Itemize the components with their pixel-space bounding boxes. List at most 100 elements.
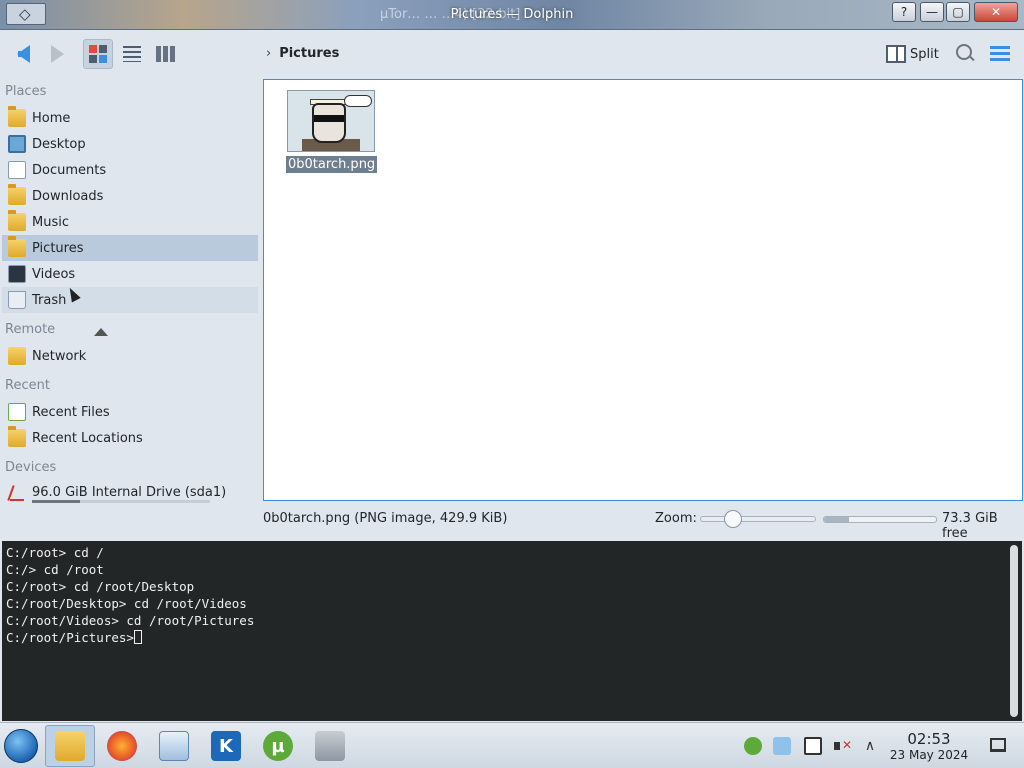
zoom-slider-track[interactable]: [700, 516, 816, 522]
section-remote-heading: Remote: [5, 322, 56, 337]
place-recent-files[interactable]: Recent Files: [2, 399, 258, 425]
compact-view-button[interactable]: [117, 39, 147, 69]
task-firefox[interactable]: [97, 725, 147, 767]
terminal-prompt-line[interactable]: C:/root/Pictures>: [6, 629, 1018, 646]
folder-icon: [55, 731, 85, 761]
split-view-icon: [886, 45, 906, 63]
back-arrow-icon: [16, 45, 30, 63]
recent-files-icon: [8, 403, 26, 421]
free-space-label: 73.3 GiB free: [942, 511, 998, 541]
place-desktop[interactable]: Desktop: [2, 131, 258, 157]
place-label: Music: [32, 214, 69, 230]
place-downloads[interactable]: Downloads: [2, 183, 258, 209]
zoom-slider-handle[interactable]: [724, 510, 742, 528]
place-label: Recent Locations: [32, 430, 143, 446]
gimp-icon: [315, 731, 345, 761]
downloads-folder-icon: [8, 184, 26, 205]
maximize-button[interactable]: ▢: [946, 2, 970, 22]
forward-button[interactable]: [42, 39, 72, 69]
window-titlebar[interactable]: µTor… … …4) [32-bit] Pictures — Dolphin …: [0, 0, 1024, 30]
task-system-settings[interactable]: [149, 725, 199, 767]
icons-view-button[interactable]: [83, 39, 113, 69]
place-music[interactable]: Music: [2, 209, 258, 235]
drive-usage-fill: [32, 500, 81, 503]
space-used-fill: [824, 517, 849, 522]
terminal-panel[interactable]: C:/root> cd / C:/> cd /root C:/root> cd …: [2, 541, 1022, 721]
task-dolphin[interactable]: [45, 725, 95, 767]
window-title: Pictures — Dolphin: [450, 7, 574, 22]
selection-info: 0b0tarch.png (PNG image, 429.9 KiB): [263, 511, 508, 526]
places-panel: Places Home Desktop Documents Downloads …: [0, 78, 262, 510]
section-recent-heading: Recent: [5, 378, 50, 393]
place-trash[interactable]: Trash: [2, 287, 258, 313]
trash-icon: [8, 291, 26, 309]
file-item[interactable]: 0b0tarch.png: [286, 90, 378, 173]
start-menu-button[interactable]: [4, 729, 38, 763]
search-icon[interactable]: [956, 44, 976, 64]
breadcrumb[interactable]: › Pictures: [266, 46, 339, 61]
minimize-button[interactable]: —: [920, 2, 944, 22]
breadcrumb-chevron-icon[interactable]: ›: [266, 46, 271, 61]
help-button[interactable]: ?: [892, 2, 916, 22]
place-label: Network: [32, 348, 87, 364]
music-folder-icon: [8, 210, 26, 231]
terminal-cursor: [133, 630, 142, 644]
documents-icon: [8, 161, 26, 179]
main-toolbar: › Pictures Split: [0, 30, 1024, 78]
place-home[interactable]: Home: [2, 105, 258, 131]
section-devices-heading: Devices: [5, 460, 57, 475]
tray-updater-icon[interactable]: [773, 737, 791, 755]
tray-expand-icon[interactable]: ∧: [861, 737, 879, 755]
recent-locations-icon: [8, 426, 26, 447]
videos-icon: [8, 265, 26, 283]
desktop-icon: [8, 135, 26, 153]
volume-muted-icon[interactable]: [833, 737, 852, 755]
split-button[interactable]: Split: [886, 42, 939, 66]
place-label: Trash: [32, 292, 67, 308]
place-label: Downloads: [32, 188, 104, 204]
clock-time: 02:53: [907, 730, 951, 748]
place-label: Recent Files: [32, 404, 110, 420]
place-videos[interactable]: Videos: [2, 261, 258, 287]
network-status-icon: [94, 324, 108, 336]
task-utorrent[interactable]: µ: [253, 725, 303, 767]
drive-icon: [8, 483, 26, 501]
task-kde-discover[interactable]: K: [201, 725, 251, 767]
section-places-heading: Places: [5, 84, 47, 99]
close-button[interactable]: ✕: [974, 2, 1018, 22]
status-bar: 0b0tarch.png (PNG image, 429.9 KiB) Zoom…: [0, 506, 1024, 541]
terminal-prompt: C:/root/Pictures>: [6, 630, 134, 645]
place-documents[interactable]: Documents: [2, 157, 258, 183]
image-thumbnail: [287, 90, 375, 152]
back-button[interactable]: [8, 39, 38, 69]
place-label: 96.0 GiB Internal Drive (sda1): [32, 484, 227, 500]
terminal-line: C:/root/Videos> cd /root/Pictures: [6, 613, 255, 628]
pictures-folder-icon: [8, 236, 26, 257]
hamburger-menu-icon[interactable]: [990, 46, 1010, 62]
kde-icon: K: [211, 731, 241, 761]
place-label: Pictures: [32, 240, 84, 256]
place-label: Desktop: [32, 136, 86, 152]
split-label: Split: [910, 46, 939, 62]
place-recent-locations[interactable]: Recent Locations: [2, 425, 258, 451]
place-label: Documents: [32, 162, 107, 178]
drive-usage-bar: [32, 500, 210, 503]
place-pictures[interactable]: Pictures: [2, 235, 258, 261]
icons-view-icon: [89, 45, 107, 63]
compact-view-icon: [123, 46, 141, 62]
forward-arrow-icon: [50, 45, 64, 63]
zoom-label: Zoom:: [655, 511, 697, 526]
breadcrumb-current[interactable]: Pictures: [279, 46, 339, 61]
clock[interactable]: 02:53 23 May 2024: [885, 731, 973, 763]
place-label: Videos: [32, 266, 76, 282]
details-view-button[interactable]: [151, 39, 181, 69]
show-desktop-icon[interactable]: [990, 738, 1006, 752]
task-gimp[interactable]: [305, 725, 355, 767]
tray-utorrent-icon[interactable]: [744, 737, 762, 755]
clipboard-icon[interactable]: [804, 737, 822, 755]
file-view[interactable]: 0b0tarch.png: [263, 79, 1023, 501]
terminal-scrollbar[interactable]: [1010, 545, 1018, 717]
utorrent-icon: µ: [263, 731, 293, 761]
place-network[interactable]: Network: [2, 343, 258, 369]
file-name[interactable]: 0b0tarch.png: [286, 156, 378, 173]
